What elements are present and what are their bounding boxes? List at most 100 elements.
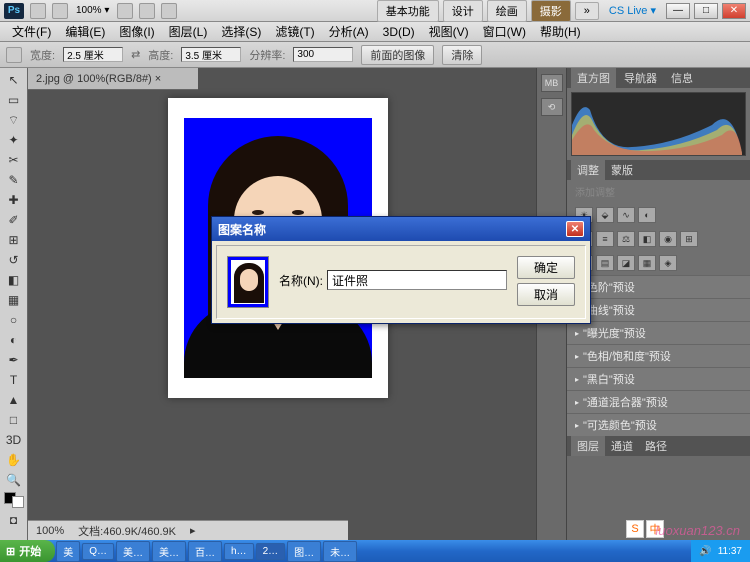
preset-selective-color[interactable]: "可选颜色"预设 [567,413,750,436]
menu-file[interactable]: 文件(F) [6,21,57,42]
path-select-tool[interactable]: ▲ [2,390,26,410]
menu-window[interactable]: 窗口(W) [477,21,532,42]
status-arrow-icon[interactable]: ▸ [190,524,196,537]
width-input[interactable] [63,47,123,62]
stamp-tool[interactable]: ⊞ [2,230,26,250]
system-tray[interactable]: 🔊 11:37 [691,540,750,562]
doc-arrange-icon[interactable] [139,3,155,19]
menu-view[interactable]: 视图(V) [423,21,475,42]
shape-tool[interactable]: □ [2,410,26,430]
blur-tool[interactable]: ○ [2,310,26,330]
menu-select[interactable]: 选择(S) [215,21,267,42]
task-item[interactable]: Q… [82,543,114,560]
healing-tool[interactable]: ✚ [2,190,26,210]
gradient-map-icon[interactable]: ▦ [638,255,656,271]
tab-layers[interactable]: 图层 [571,436,605,456]
cancel-button[interactable]: 取消 [517,283,575,306]
task-item[interactable]: 美 [56,541,80,562]
tab-adjustments[interactable]: 调整 [571,160,605,180]
task-item[interactable]: 美… [116,541,150,562]
swap-wh-icon[interactable]: ⇄ [131,48,140,61]
curves-icon[interactable]: ∿ [617,207,635,223]
minibridge-panel-icon[interactable]: MB [541,74,563,92]
zoom-level[interactable]: 100% [36,525,64,537]
move-tool[interactable]: ↖ [2,70,26,90]
workspace-essentials[interactable]: 基本功能 [377,0,439,22]
dialog-title-bar[interactable]: 图案名称 ✕ [212,217,590,241]
task-item[interactable]: 百… [188,541,222,562]
tab-navigator[interactable]: 导航器 [618,68,663,88]
exposure-icon[interactable]: ◐ [638,207,656,223]
crop-tool-preset-icon[interactable] [6,47,22,63]
selective-color-icon[interactable]: ◈ [659,255,677,271]
hand-tool[interactable]: ✋ [2,450,26,470]
brush-tool[interactable]: ✐ [2,210,26,230]
marquee-tool[interactable]: ▭ [2,90,26,110]
color-swatch[interactable] [4,492,24,508]
history-brush-tool[interactable]: ↺ [2,250,26,270]
dialog-close-button[interactable]: ✕ [566,221,584,237]
gradient-tool[interactable]: ▦ [2,290,26,310]
tab-paths[interactable]: 路径 [639,436,673,456]
3d-tool[interactable]: 3D [2,430,26,450]
document-size[interactable]: 文档:460.9K/460.9K [78,523,176,539]
workspace-photography[interactable]: 摄影 [531,0,571,22]
maximize-button[interactable]: □ [694,3,718,19]
menu-analysis[interactable]: 分析(A) [323,21,375,42]
zoom-tool[interactable]: 🔍 [2,470,26,490]
view-extras-icon[interactable] [117,3,133,19]
menu-layer[interactable]: 图层(L) [163,21,214,42]
threshold-icon[interactable]: ◪ [617,255,635,271]
screen-mode-icon[interactable] [161,3,177,19]
zoom-select[interactable]: 100% ▾ [74,5,111,16]
eraser-tool[interactable]: ◧ [2,270,26,290]
start-button[interactable]: ⊞ 开始 [0,540,55,562]
ok-button[interactable]: 确定 [517,256,575,279]
eyedropper-tool[interactable]: ✎ [2,170,26,190]
preset-bw[interactable]: "黑白"预设 [567,367,750,390]
menu-filter[interactable]: 滤镜(T) [269,21,320,42]
menu-3d[interactable]: 3D(D) [377,23,421,41]
preset-hue-sat[interactable]: "色相/饱和度"预设 [567,344,750,367]
task-item[interactable]: 未… [323,541,357,562]
tab-masks[interactable]: 蒙版 [605,160,639,180]
quick-select-tool[interactable]: ✦ [2,130,26,150]
type-tool[interactable]: T [2,370,26,390]
levels-icon[interactable]: ⬙ [596,207,614,223]
task-item[interactable]: h… [224,543,254,560]
menu-image[interactable]: 图像(I) [113,21,160,42]
minimize-button[interactable]: — [666,3,690,19]
task-item[interactable]: 图… [287,541,321,562]
hue-sat-icon[interactable]: ≡ [596,231,614,247]
posterize-icon[interactable]: ▤ [596,255,614,271]
tab-info[interactable]: 信息 [665,68,699,88]
photo-filter-icon[interactable]: ◉ [659,231,677,247]
tab-channels[interactable]: 通道 [605,436,639,456]
front-image-button[interactable]: 前面的图像 [361,45,434,65]
bridge-icon[interactable] [30,3,46,19]
quickmask-icon[interactable]: ◘ [2,510,26,530]
bw-icon[interactable]: ◧ [638,231,656,247]
minibridge-icon[interactable] [52,3,68,19]
preset-levels[interactable]: "色阶"预设 [567,275,750,298]
workspace-painting[interactable]: 绘画 [487,0,527,22]
pattern-name-input[interactable] [327,270,507,290]
task-item-active[interactable]: 2… [256,543,286,560]
preset-curves[interactable]: "曲线"预设 [567,298,750,321]
pen-tool[interactable]: ✒ [2,350,26,370]
document-tab[interactable]: 2.jpg @ 100%(RGB/8#) × [28,68,198,90]
height-input[interactable] [181,47,241,62]
ime-logo-icon[interactable]: S [626,520,644,538]
clock[interactable]: 11:37 [718,546,742,557]
channel-mixer-icon[interactable]: ⊞ [680,231,698,247]
crop-tool[interactable]: ✂ [2,150,26,170]
resolution-input[interactable] [293,47,353,62]
tray-icon[interactable]: 🔊 [699,546,711,557]
tab-histogram[interactable]: 直方图 [571,68,616,88]
clear-button[interactable]: 清除 [442,45,482,65]
lasso-tool[interactable]: ⌔ [2,110,26,130]
color-balance-icon[interactable]: ⚖ [617,231,635,247]
preset-exposure[interactable]: "曝光度"预设 [567,321,750,344]
task-item[interactable]: 美… [152,541,186,562]
dodge-tool[interactable]: ◐ [2,330,26,350]
